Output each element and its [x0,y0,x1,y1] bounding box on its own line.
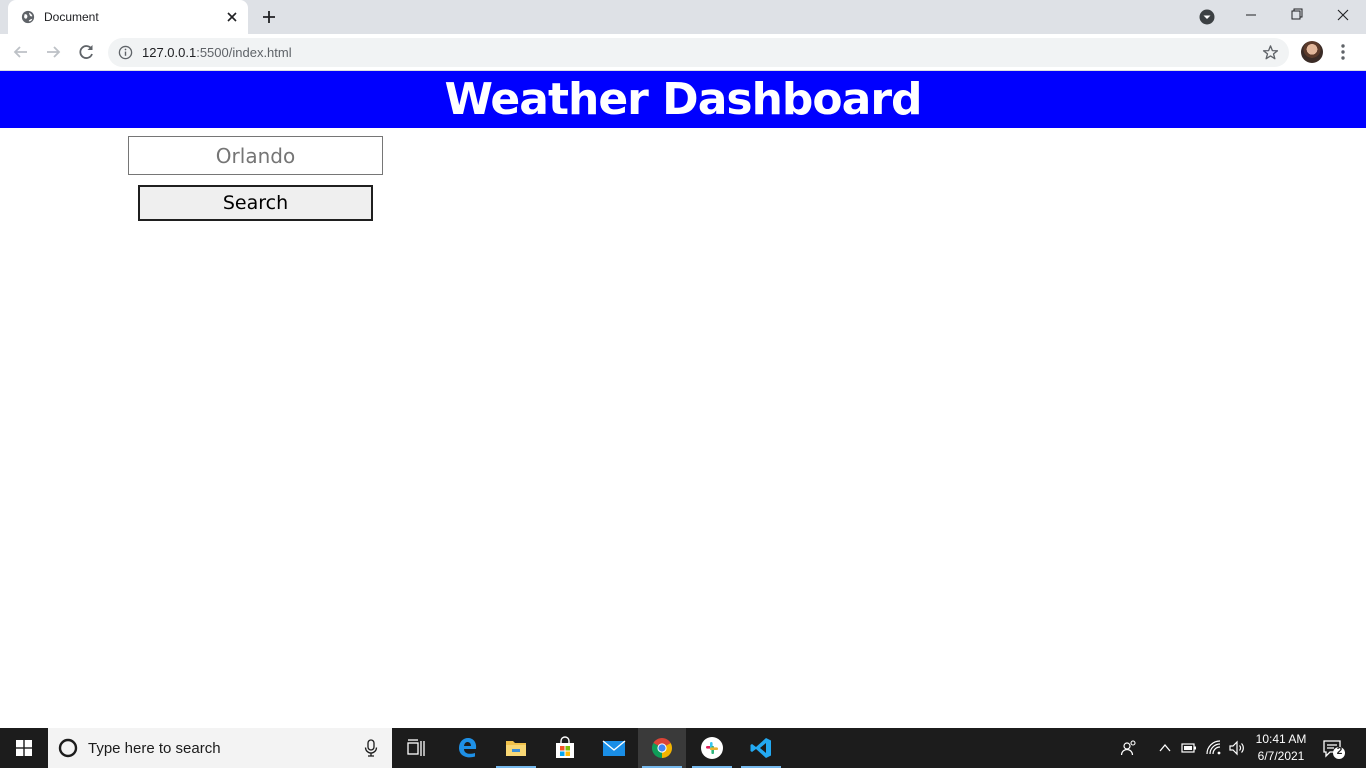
reload-icon[interactable] [75,41,97,63]
taskbar-chrome[interactable] [638,728,686,768]
browser-toolbar: 127.0.0.1:5500/index.html [0,34,1366,71]
volume-icon[interactable] [1228,739,1246,757]
microphone-icon[interactable] [362,739,380,757]
window-close-icon[interactable] [1320,0,1366,30]
new-tab-icon[interactable] [260,8,278,26]
back-arrow-icon[interactable] [10,41,32,63]
start-button[interactable] [0,728,48,768]
bookmark-star-icon[interactable] [1262,44,1279,61]
city-search-input[interactable] [128,136,383,175]
notification-count-badge: 2 [1336,746,1343,757]
taskbar-file-explorer[interactable] [492,728,540,768]
cortana-icon [58,738,78,758]
taskbar-vscode[interactable] [737,728,785,768]
task-view-icon [407,739,425,756]
system-clock[interactable]: 10:41 AM 6/7/2021 [1250,731,1312,765]
task-view-button[interactable] [392,728,440,768]
browser-tab[interactable]: Document [8,0,248,34]
page-title: Weather Dashboard [444,74,922,125]
more-menu-icon[interactable] [1337,42,1349,62]
taskbar-search-placeholder: Type here to search [88,740,221,757]
edge-icon [459,738,477,758]
windows-taskbar: Type here to search 10:41 AM 6/7/2021 2 [0,728,1366,768]
vscode-icon [750,738,771,758]
address-bar[interactable]: 127.0.0.1:5500/index.html [108,38,1289,67]
url-host: 127.0.0.1 [142,45,197,60]
taskbar-edge[interactable] [444,728,492,768]
mail-icon [602,740,626,756]
url-text: 127.0.0.1:5500/index.html [142,45,292,60]
store-bag-icon [556,736,574,758]
profile-avatar[interactable] [1301,41,1323,63]
clock-time: 10:41 AM [1255,732,1307,746]
tab-search-icon[interactable] [1199,9,1215,25]
wifi-icon[interactable] [1205,739,1223,757]
forward-arrow-icon[interactable] [42,41,64,63]
taskbar-slack[interactable] [688,728,736,768]
windows-logo-icon [16,740,32,756]
show-hidden-icons-chevron-icon[interactable] [1156,739,1174,757]
tab-title: Document [44,10,99,24]
close-tab-icon[interactable] [224,9,240,25]
taskbar-search-box[interactable]: Type here to search [48,728,392,768]
taskbar-mail[interactable] [590,728,638,768]
url-path: :5500/index.html [196,45,292,60]
globe-icon [21,10,35,24]
taskbar-store[interactable] [541,728,589,768]
action-center-button[interactable]: 2 [1322,738,1346,760]
battery-icon[interactable] [1180,739,1198,757]
browser-title-bar: Document [0,0,1366,34]
people-icon[interactable] [1120,739,1138,757]
minimize-icon[interactable] [1228,0,1274,30]
search-button[interactable]: Search [138,185,373,221]
slack-icon [701,737,723,759]
folder-icon [506,741,526,756]
page-header: Weather Dashboard [0,71,1366,128]
chrome-icon [652,738,672,758]
clock-date: 6/7/2021 [1257,749,1305,763]
restore-icon[interactable] [1274,0,1320,30]
page-content: Weather Dashboard Search [0,71,1366,728]
site-info-icon[interactable] [118,45,133,60]
